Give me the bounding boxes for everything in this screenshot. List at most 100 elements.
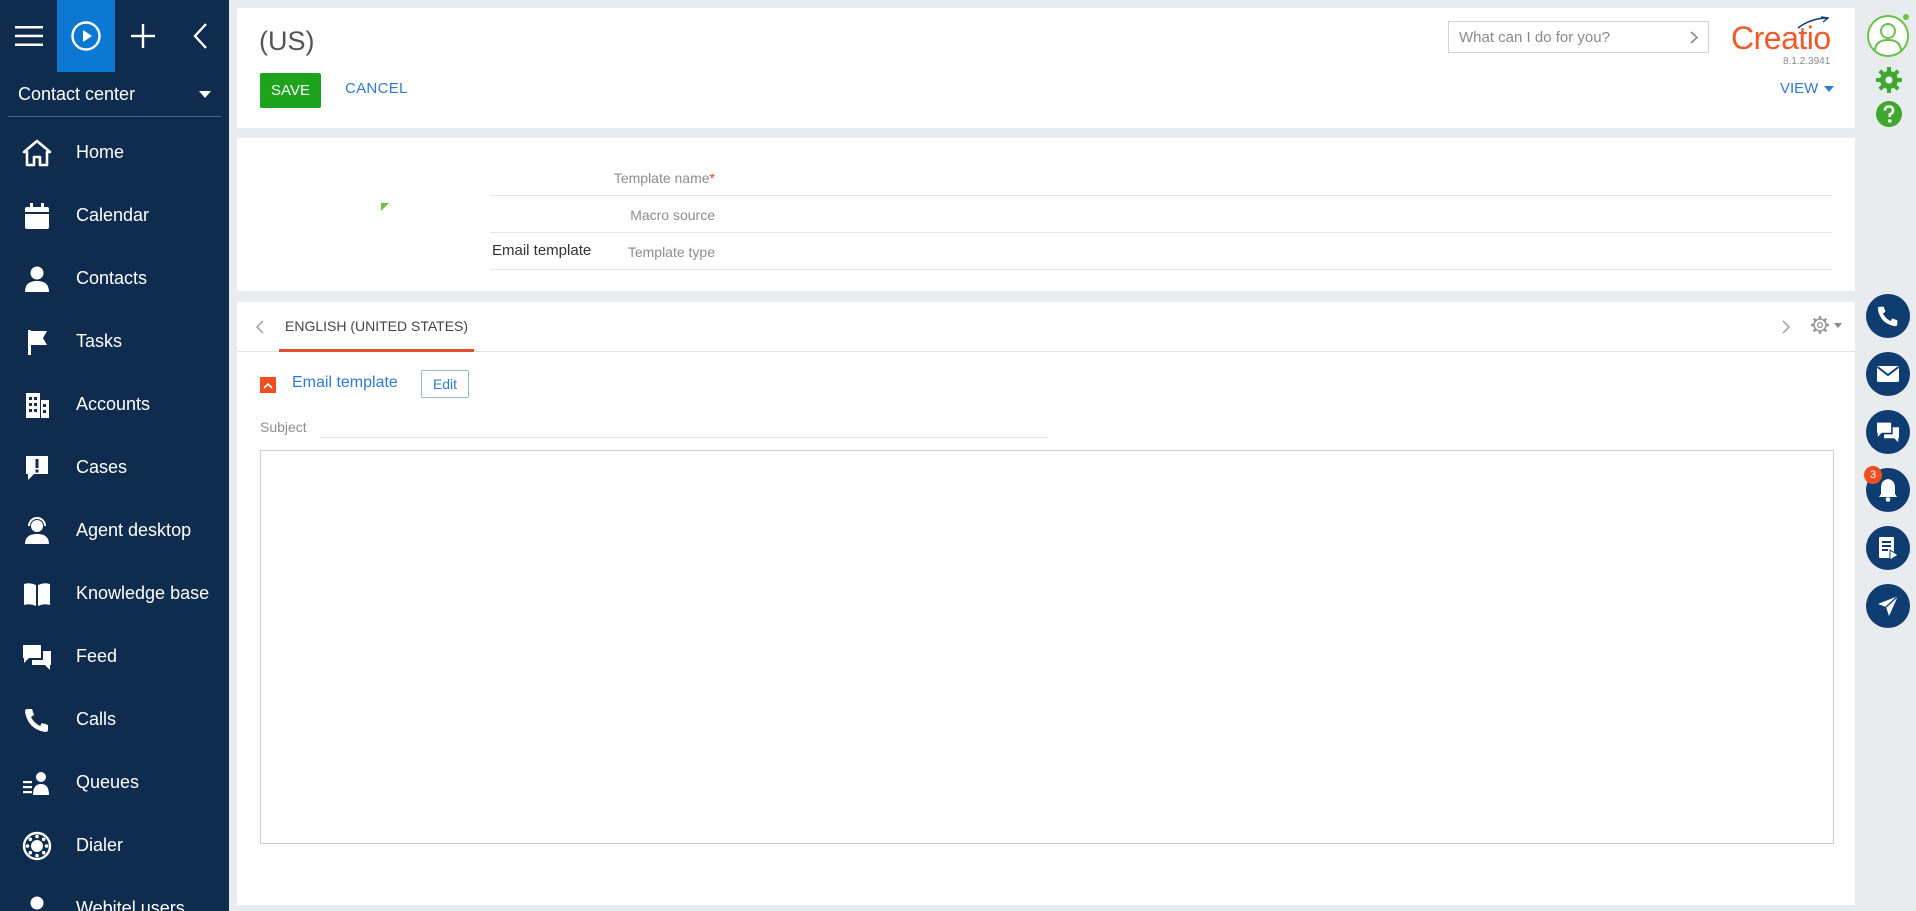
lookup-marker-icon — [381, 203, 389, 211]
version-label: 8.1.2.3941 — [1783, 56, 1831, 67]
sidebar-item-label: Cases — [76, 457, 128, 477]
phone-icon — [22, 705, 52, 735]
book-icon — [22, 579, 52, 609]
sidebar-item-webitel-users[interactable]: Webitel users — [0, 877, 229, 911]
sidebar-item-label: Contacts — [76, 268, 148, 288]
page-title: (US) — [259, 26, 315, 56]
envelope-icon — [1876, 366, 1900, 382]
page-header: (US) SAVE CANCEL What can I do for you? … — [237, 8, 1855, 128]
sidebar-toolbar — [0, 0, 229, 72]
workspace-label: Contact center — [18, 83, 136, 104]
paper-plane-icon — [1878, 595, 1899, 616]
help-icon — [1876, 101, 1902, 127]
search-placeholder: What can I do for you? — [1459, 28, 1610, 46]
command-search-input[interactable]: What can I do for you? — [1448, 21, 1709, 53]
collapse-button[interactable] — [172, 0, 229, 72]
email-template-group-title: Email template — [292, 374, 398, 391]
chat-icon — [22, 642, 52, 672]
sidebar-item-label: Knowledge base — [76, 583, 210, 603]
sidebar-item-cases[interactable]: Cases — [0, 436, 229, 499]
process-button[interactable] — [57, 0, 115, 72]
tab-bar: ENGLISH (UNITED STATES) — [237, 302, 1855, 352]
calendar-icon — [22, 201, 52, 231]
tab-english-united-states[interactable]: ENGLISH (UNITED STATES) — [279, 302, 475, 352]
sidebar-item-label: Accounts — [76, 394, 151, 414]
save-button[interactable]: SAVE — [260, 73, 321, 108]
workspace-selector[interactable]: Contact center — [8, 72, 221, 117]
template-type-input[interactable]: Email template — [490, 242, 1832, 270]
tab-settings-button[interactable] — [1810, 315, 1842, 335]
dialer-icon — [22, 831, 52, 861]
chevron-down-icon — [1834, 322, 1842, 328]
add-button[interactable] — [115, 0, 172, 72]
send-panel-button[interactable] — [1866, 584, 1910, 628]
phone-icon — [1877, 306, 1898, 327]
flag-icon — [22, 327, 52, 357]
cancel-button[interactable]: CANCEL — [345, 80, 408, 97]
queue-icon — [22, 768, 52, 798]
right-rail: 3 — [1860, 0, 1916, 911]
macro-source-row: Macro source — [237, 203, 1855, 243]
sidebar-item-accounts[interactable]: Accounts — [0, 373, 229, 436]
sidebar-item-queues[interactable]: Queues — [0, 751, 229, 814]
macro-source-input[interactable] — [490, 207, 1832, 233]
sidebar-item-agent-desktop[interactable]: Agent desktop — [0, 499, 229, 562]
sidebar: Contact center Home Calendar Contacts Ta… — [0, 0, 229, 911]
sidebar-item-contacts[interactable]: Contacts — [0, 247, 229, 310]
help-button[interactable] — [1875, 100, 1903, 133]
sidebar-item-label: Dialer — [76, 835, 124, 855]
sidebar-item-dialer[interactable]: Dialer — [0, 814, 229, 877]
sidebar-item-label: Home — [76, 142, 125, 162]
hamburger-icon — [14, 26, 43, 46]
chevron-right-icon[interactable] — [1782, 320, 1791, 334]
user-icon — [22, 894, 52, 911]
sidebar-item-label: Queues — [76, 772, 140, 792]
system-settings-button[interactable] — [1875, 66, 1903, 99]
plus-icon — [131, 24, 156, 48]
chat-panel-button[interactable] — [1866, 410, 1910, 454]
gear-icon — [1876, 67, 1902, 93]
sidebar-item-label: Webitel users — [76, 898, 185, 911]
case-alert-icon — [22, 453, 52, 483]
menu-button[interactable] — [0, 0, 57, 72]
home-icon — [22, 138, 52, 168]
subject-label: Subject — [260, 419, 307, 435]
email-body-editor[interactable] — [260, 450, 1834, 844]
sidebar-item-tasks[interactable]: Tasks — [0, 310, 229, 373]
phone-panel-button[interactable] — [1866, 294, 1910, 338]
chevron-right-icon — [1690, 30, 1698, 44]
email-panel-button[interactable] — [1866, 352, 1910, 396]
template-name-row: Template name* — [237, 170, 1855, 206]
subject-input[interactable] — [320, 414, 1047, 438]
sidebar-item-feed[interactable]: Feed — [0, 625, 229, 688]
notification-count-badge: 3 — [1864, 466, 1882, 484]
sidebar-item-label: Feed — [76, 646, 118, 666]
document-play-icon — [1879, 537, 1899, 560]
play-circle-icon — [71, 21, 101, 51]
sidebar-item-label: Agent desktop — [76, 520, 192, 540]
processes-panel-button[interactable] — [1866, 526, 1910, 570]
building-icon — [22, 390, 52, 420]
sidebar-item-label: Calendar — [76, 205, 150, 225]
chat-icon — [1877, 422, 1899, 443]
edit-button[interactable]: Edit — [421, 370, 469, 398]
profile-button[interactable] — [1866, 14, 1910, 58]
sidebar-item-calendar[interactable]: Calendar — [0, 184, 229, 247]
chevron-down-icon — [199, 90, 211, 98]
template-type-row: Template type Email template — [237, 242, 1855, 278]
logo-swoosh-icon — [1797, 16, 1829, 29]
collapse-group-button[interactable] — [260, 377, 276, 393]
person-icon — [22, 264, 52, 294]
sidebar-item-home[interactable]: Home — [0, 121, 229, 184]
chevron-left-icon[interactable] — [255, 320, 264, 334]
template-name-input[interactable] — [490, 170, 1832, 196]
sidebar-item-knowledge-base[interactable]: Knowledge base — [0, 562, 229, 625]
chevron-left-icon — [193, 23, 208, 49]
sidebar-item-label: Tasks — [76, 331, 123, 351]
view-menu-button[interactable]: VIEW — [1780, 80, 1835, 97]
chevron-up-icon — [263, 382, 273, 389]
sidebar-nav: Home Calendar Contacts Tasks Accounts Ca… — [0, 121, 229, 911]
language-tabs-panel: ENGLISH (UNITED STATES) Email template E… — [237, 302, 1855, 905]
sidebar-item-label: Calls — [76, 709, 117, 729]
sidebar-item-calls[interactable]: Calls — [0, 688, 229, 751]
